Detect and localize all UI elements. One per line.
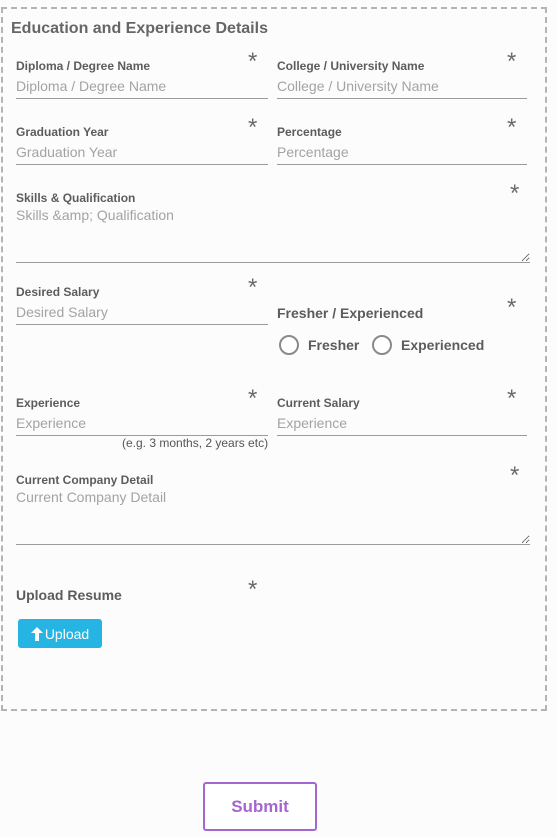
upload-button-label: Upload [44,625,90,642]
fresher-radio-label: Fresher [308,337,360,353]
experienced-radio-option[interactable]: Experienced [372,335,484,355]
experience-input[interactable] [16,410,268,436]
percentage-required-mark: * [507,114,517,141]
fresher-required-mark: * [507,294,517,321]
grad-year-input[interactable] [16,139,268,165]
college-required-mark: * [507,48,517,75]
current-salary-required-mark: * [507,385,517,412]
degree-input[interactable] [16,73,268,99]
grad-year-required-mark: * [248,114,258,141]
skills-label: Skills & Qualification [16,191,136,205]
fresher-experienced-label: Fresher / Experienced [277,305,424,321]
arrow-up-icon [30,626,43,641]
desired-salary-required-mark: * [248,274,258,301]
upload-resume-label: Upload Resume [16,587,122,603]
desired-salary-label: Desired Salary [16,285,100,299]
experience-label: Experience [16,396,81,410]
experienced-radio-label: Experienced [401,337,485,353]
current-salary-input[interactable] [277,410,527,436]
college-input[interactable] [277,73,527,99]
degree-required-mark: * [248,48,258,75]
college-label: College / University Name [277,59,425,73]
upload-button[interactable]: Upload [18,619,102,648]
fresher-radio-icon[interactable] [279,335,299,355]
grad-year-label: Graduation Year [16,125,109,139]
skills-textarea[interactable] [16,207,530,263]
skills-required-mark: * [510,180,520,207]
submit-button[interactable]: Submit [203,782,317,831]
degree-label: Diploma / Degree Name [16,59,151,73]
percentage-label: Percentage [277,125,342,139]
resume-required-mark: * [248,576,258,603]
section-title: Education and Experience Details [11,20,268,37]
experience-required-mark: * [248,385,258,412]
education-experience-section [1,7,547,711]
desired-salary-input[interactable] [16,299,268,325]
experience-hint: (e.g. 3 months, 2 years etc) [122,436,269,450]
fresher-radio-option[interactable]: Fresher [279,335,359,355]
company-label: Current Company Detail [16,473,154,487]
current-salary-label: Current Salary [277,396,360,410]
company-textarea[interactable] [16,489,530,545]
company-required-mark: * [510,462,520,489]
experienced-radio-icon[interactable] [372,335,392,355]
percentage-input[interactable] [277,139,527,165]
